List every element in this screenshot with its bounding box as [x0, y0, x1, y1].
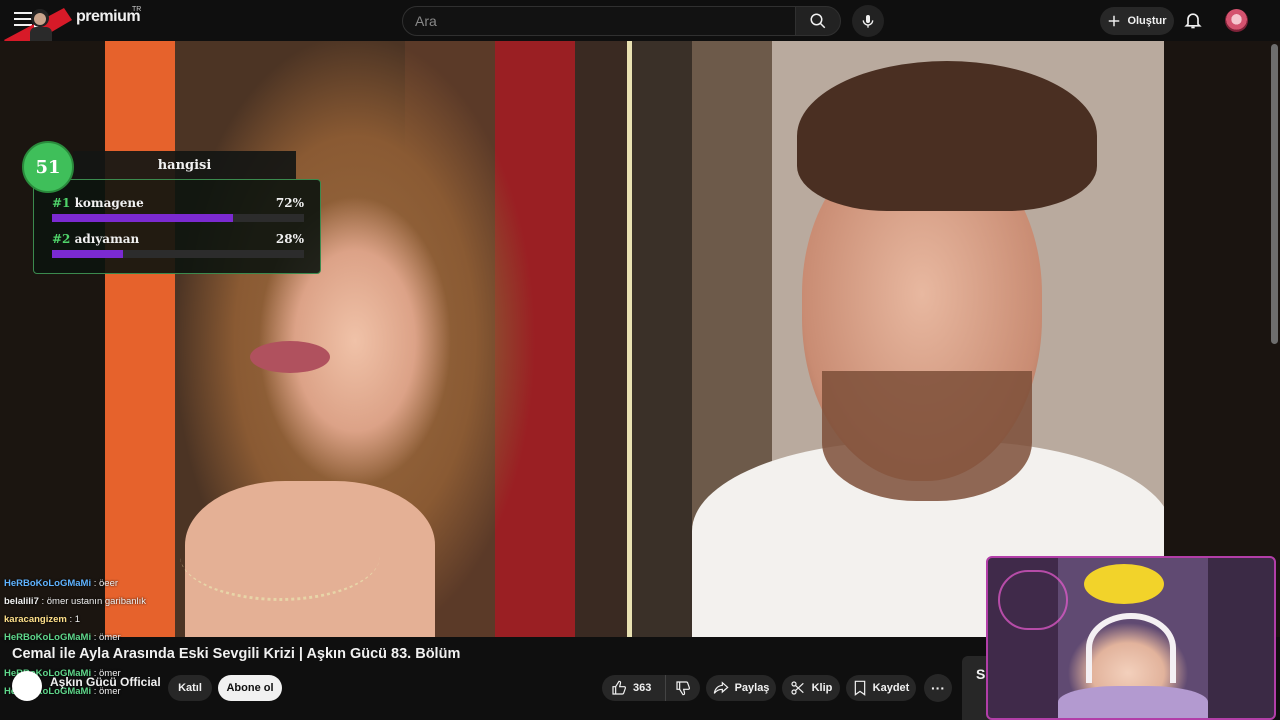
share-label: Paylaş: [734, 682, 770, 694]
bell-icon: [1184, 13, 1202, 29]
poll-option-percent: 72%: [275, 196, 304, 210]
poll-option-label: komagene: [74, 196, 144, 210]
thumbs-down-icon: [676, 681, 691, 696]
neon-sign: [998, 570, 1068, 630]
video-letterbox-left: [0, 41, 105, 637]
chat-message: karacangizem : 1: [4, 611, 264, 629]
scene-hair: [797, 61, 1097, 211]
account-avatar[interactable]: [1225, 9, 1248, 32]
microphone-icon: [862, 15, 874, 28]
poll-option-1: #1 komagene 72%: [52, 196, 304, 222]
join-button[interactable]: Katıl: [168, 675, 212, 701]
poll-bar: [52, 250, 304, 258]
poll-body: #1 komagene 72% #2 adıyaman 28%: [33, 179, 321, 274]
poll-number-badge: 51: [22, 141, 74, 193]
poll-option-label: adıyaman: [74, 232, 140, 246]
clip-label: Klip: [811, 682, 833, 694]
channel-avatar[interactable]: [12, 671, 42, 701]
streamer-webcam: [986, 556, 1276, 720]
poll-option-rank: #2: [52, 232, 71, 246]
poll-option-2: #2 adıyaman 28%: [52, 232, 304, 258]
dislike-button[interactable]: [666, 675, 700, 701]
poll-question: hangisi: [73, 151, 296, 179]
create-label: Oluştur: [1127, 15, 1167, 27]
chat-message: belalili7 : ömer ustanın garibanlık: [4, 593, 264, 611]
chat-text: : ömer ustanın garibanlık: [38, 596, 147, 607]
chat-message: HeRBoKoLoGMaMi : ömer: [4, 629, 264, 647]
scissors-icon: [791, 681, 804, 695]
poll-option-percent: 28%: [275, 232, 304, 246]
logo-region: TR: [132, 6, 142, 13]
chat-message: HeRBoKoLoGMaMi : öeer: [4, 575, 264, 593]
video-player[interactable]: [0, 41, 1280, 637]
poll-bar-fill: [52, 250, 123, 258]
save-button[interactable]: Kaydet: [846, 675, 916, 701]
chat-user: belalili7: [4, 596, 39, 607]
poll-widget: hangisi #1 komagene 72% #2 adıyaman 28% …: [22, 141, 321, 274]
poll-bar: [52, 214, 304, 222]
channel-name[interactable]: Aşkın Gücü Official: [50, 675, 161, 689]
thumbs-up-icon: [612, 680, 627, 695]
top-bar: premium TR Oluştur: [0, 0, 1280, 54]
page-scrollbar[interactable]: [1271, 44, 1278, 344]
video-frame-right: [632, 41, 1172, 637]
save-label: Kaydet: [872, 682, 910, 694]
streamer-shirt: [1058, 686, 1208, 718]
like-count: 363: [633, 682, 652, 694]
like-button[interactable]: 363: [602, 675, 666, 701]
plush-toy: [1084, 564, 1164, 604]
chat-user: karacangizem: [4, 614, 67, 625]
search-box[interactable]: [402, 6, 796, 36]
search-button[interactable]: [795, 6, 841, 36]
video-frame-left: [105, 41, 627, 637]
like-dislike-group: 363: [602, 675, 700, 701]
share-button[interactable]: Paylaş: [706, 675, 776, 701]
video-letterbox-right: [1164, 41, 1280, 637]
subscribe-button[interactable]: Abone ol: [218, 675, 282, 701]
chat-user: HeRBoKoLoGMaMi: [4, 578, 92, 589]
notifications-button[interactable]: [1183, 10, 1203, 30]
scene-lips: [250, 341, 330, 373]
share-icon: [713, 681, 729, 694]
create-button[interactable]: Oluştur: [1100, 7, 1174, 35]
video-title: Cemal ile Ayla Arasında Eski Sevgili Kri…: [12, 646, 461, 662]
clip-button[interactable]: Klip: [782, 675, 840, 701]
bookmark-icon: [854, 680, 865, 696]
more-actions-button[interactable]: ···: [924, 674, 952, 702]
logo-text: premium: [76, 8, 141, 25]
scene-beard: [822, 371, 1032, 501]
chat-user: HeRBoKoLoGMaMi: [4, 632, 92, 643]
chat-text: : 1: [66, 614, 81, 625]
chat-text: : öeer: [91, 578, 119, 589]
search-input[interactable]: [403, 7, 795, 35]
headset: [1086, 613, 1176, 683]
poll-option-rank: #1: [52, 196, 71, 210]
plus-icon: [1109, 15, 1120, 27]
search-icon: [810, 13, 826, 29]
chat-text: : ömer: [91, 632, 121, 643]
voice-search-button[interactable]: [852, 5, 884, 37]
poll-bar-fill: [52, 214, 234, 222]
